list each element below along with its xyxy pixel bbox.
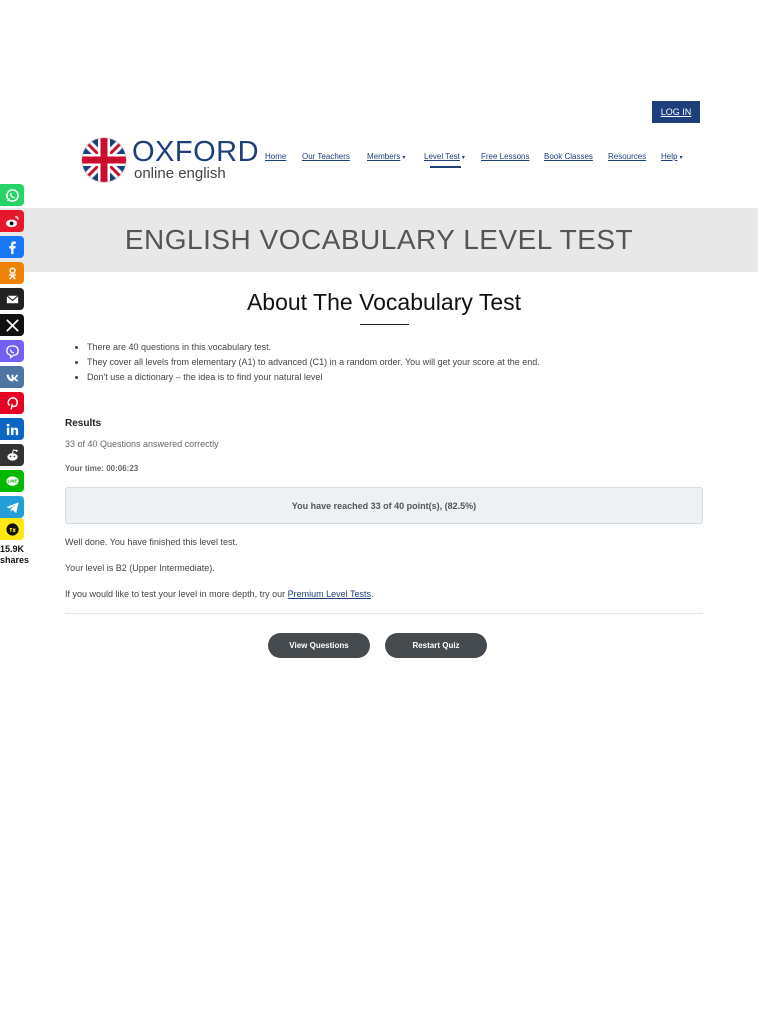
weibo-icon: [5, 215, 19, 227]
share-facebook-button[interactable]: [0, 236, 24, 258]
premium-message: If you would like to test your level in …: [65, 589, 374, 599]
share-telegram-button[interactable]: [0, 496, 24, 518]
share-email-button[interactable]: [0, 288, 24, 310]
list-item: They cover all levels from elementary (A…: [87, 355, 540, 370]
vk-icon: [5, 374, 19, 381]
info-list: There are 40 questions in this vocabular…: [65, 340, 540, 385]
title-underline: [360, 324, 409, 325]
share-tiktok-button[interactable]: [0, 518, 24, 540]
tiktok-icon: [5, 522, 19, 536]
login-button[interactable]: LOG IN: [652, 101, 700, 123]
restart-quiz-button[interactable]: Restart Quiz: [385, 633, 487, 658]
x-icon: [5, 318, 19, 332]
score-box: You have reached 33 of 40 point(s), (82.…: [65, 487, 703, 524]
odnoklassniki-icon: [8, 267, 16, 280]
telegram-icon: [5, 501, 19, 513]
share-count: 15.9K shares: [0, 544, 29, 566]
facebook-icon: [8, 240, 16, 254]
level-result: Your level is B2 (Upper Intermediate).: [65, 563, 215, 573]
results-heading: Results: [65, 418, 102, 429]
whatsapp-icon: [5, 188, 19, 202]
share-count-number: 15.9K: [0, 544, 25, 554]
nav-free-lessons[interactable]: Free Lessons: [481, 152, 529, 161]
chevron-down-icon: ▾: [679, 155, 683, 161]
finished-message: Well done. You have finished this level …: [65, 537, 238, 547]
share-pinterest-button[interactable]: [0, 392, 24, 414]
nav-level-test[interactable]: Level Test ▾: [424, 152, 465, 161]
page-title: ENGLISH VOCABULARY LEVEL TEST: [124, 224, 634, 255]
share-reddit-button[interactable]: [0, 444, 24, 466]
linkedin-icon: [6, 423, 18, 435]
view-questions-button[interactable]: View Questions: [268, 633, 370, 658]
share-weibo-button[interactable]: [0, 210, 24, 232]
divider: [65, 613, 703, 614]
share-viber-button[interactable]: [0, 340, 24, 362]
premium-level-tests-link[interactable]: Premium Level Tests: [288, 589, 371, 599]
email-icon: [6, 294, 18, 303]
nav-our-teachers[interactable]: Our Teachers: [302, 152, 350, 161]
hero-banner: ENGLISH VOCABULARY LEVEL TEST: [0, 208, 758, 272]
score-text: You have reached 33 of 40 point(s), (82.…: [291, 500, 477, 511]
nav-resources[interactable]: Resources: [608, 152, 646, 161]
nav-home[interactable]: Home: [265, 152, 286, 161]
nav-members[interactable]: Members ▾: [367, 152, 405, 161]
share-vk-button[interactable]: [0, 366, 24, 388]
list-item: Don't use a dictionary – the idea is to …: [87, 370, 540, 385]
share-count-label: shares: [0, 555, 30, 565]
list-item: There are 40 questions in this vocabular…: [87, 340, 540, 355]
union-jack-icon: [81, 137, 127, 183]
viber-icon: [5, 344, 19, 359]
svg-text:LINE: LINE: [7, 478, 17, 483]
nav-help[interactable]: Help ▾: [661, 152, 682, 161]
share-whatsapp-button[interactable]: [0, 184, 24, 206]
nav-active-indicator: [430, 166, 461, 168]
pinterest-icon: [6, 396, 18, 410]
section-title: About The Vocabulary Test: [246, 289, 522, 315]
nav-book-classes[interactable]: Book Classes: [544, 152, 593, 161]
time-taken: Your time: 00:06:23: [65, 464, 139, 473]
share-linkedin-button[interactable]: [0, 418, 24, 440]
chevron-down-icon: ▾: [402, 155, 406, 161]
results-count: 33 of 40 Questions answered correctly: [65, 439, 219, 449]
reddit-icon: [6, 448, 18, 461]
share-x-button[interactable]: [0, 314, 24, 336]
share-line-button[interactable]: LINE: [0, 470, 24, 492]
share-odnoklassniki-button[interactable]: [0, 262, 24, 284]
chevron-down-icon: ▾: [461, 155, 465, 161]
logo-subtitle: online english: [134, 165, 226, 182]
logo[interactable]: OXFORD online english: [78, 134, 259, 186]
line-icon: LINE: [5, 475, 19, 486]
